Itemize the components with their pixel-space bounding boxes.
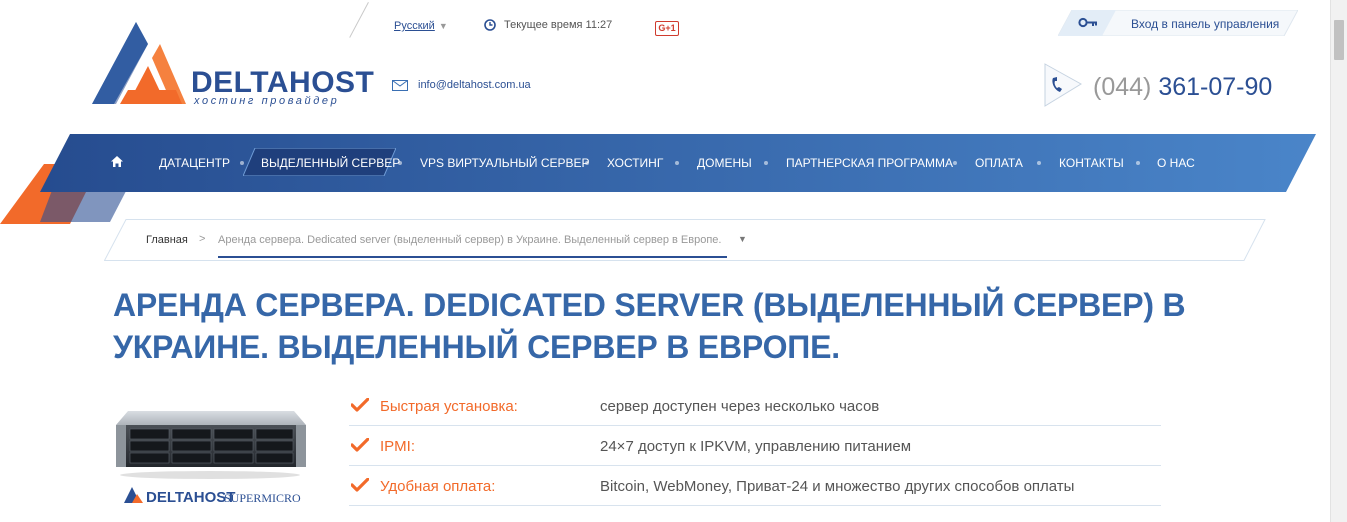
feature-label: Удобная оплата: — [380, 478, 496, 495]
feature-value: сервер доступен через несколько часов — [600, 398, 880, 415]
nav-item-datacenter[interactable]: ДАТАЦЕНТР — [159, 156, 230, 170]
nav-item-about[interactable]: О НАС — [1157, 156, 1195, 170]
nav-item-partner-program[interactable]: ПАРТНЕРСКАЯ ПРОГРАММА — [786, 156, 953, 170]
main-navigation: ДАТАЦЕНТР ВЫДЕЛЕННЫЙ СЕРВЕР VPS ВИРТУАЛЬ… — [0, 134, 1347, 192]
breadcrumb-current: Аренда сервера. Dedicated server (выделе… — [218, 234, 722, 246]
language-selector[interactable]: Русский ▼ — [394, 20, 448, 32]
feature-value: 24×7 доступ к IPKVM, управлению питанием — [600, 438, 912, 455]
nav-separator — [1136, 161, 1140, 165]
feature-row: Быстрая установка: сервер доступен через… — [349, 386, 1161, 426]
home-icon[interactable] — [110, 155, 124, 168]
logo-brand: DELTAHOST — [191, 66, 375, 99]
breadcrumb-dropdown-icon[interactable]: ▼ — [738, 234, 747, 244]
nav-separator — [764, 161, 768, 165]
google-plus-button[interactable]: G+1 — [655, 21, 679, 36]
checkmark-icon — [351, 478, 369, 492]
nav-separator — [398, 161, 402, 165]
nav-item-hosting[interactable]: ХОСТИНГ — [607, 156, 663, 170]
nav-item-vps[interactable]: VPS ВИРТУАЛЬНЫЙ СЕРВЕР — [420, 156, 590, 170]
server-image: DELTAHOST SUPERMICRO — [116, 411, 306, 506]
page-title: Аренда сервера. Dedicated server (выделе… — [113, 287, 1186, 365]
feature-value: Bitcoin, WebMoney, Приват-24 и множество… — [600, 478, 1075, 495]
server-partner: SUPERMICRO — [224, 491, 301, 505]
nav-separator — [675, 161, 679, 165]
checkmark-icon — [351, 398, 369, 412]
email-link[interactable]: info@deltahost.com.ua — [392, 79, 531, 91]
login-label: Вход в панель управления — [1131, 17, 1280, 31]
nav-separator — [1037, 161, 1041, 165]
scrollbar-thumb[interactable] — [1334, 20, 1344, 60]
current-time: Текущее время 11:27 — [484, 19, 612, 31]
nav-item-domains[interactable]: ДОМЕНЫ — [697, 156, 752, 170]
vertical-scrollbar[interactable] — [1330, 0, 1347, 522]
feature-row: IPMI: 24×7 доступ к IPKVM, управлению пи… — [349, 426, 1161, 466]
feature-label: IPMI: — [380, 438, 416, 455]
logo-tagline: хостинг провайдер — [194, 95, 340, 107]
phone-icon — [1044, 63, 1082, 107]
key-icon — [1078, 17, 1097, 28]
breadcrumb-underline — [218, 256, 727, 258]
nav-separator — [240, 161, 244, 165]
envelope-icon — [392, 79, 408, 91]
nav-item-payment[interactable]: ОПЛАТА — [975, 156, 1023, 170]
phone-code: (044) — [1093, 73, 1152, 101]
nav-item-dedicated-server[interactable]: ВЫДЕЛЕННЫЙ СЕРВЕР — [261, 156, 400, 170]
breadcrumb-separator: > — [199, 233, 206, 245]
feature-row: Удобная оплата: Bitcoin, WebMoney, Прива… — [349, 466, 1161, 506]
control-panel-login-button[interactable]: Вход в панель управления — [1058, 10, 1298, 36]
phone-number[interactable]: (044) 361-07-90 — [1093, 72, 1272, 102]
nav-separator — [585, 161, 589, 165]
feature-list: Быстрая установка: сервер доступен через… — [349, 386, 1161, 506]
email-address: info@deltahost.com.ua — [418, 79, 531, 91]
nav-separator — [953, 161, 957, 165]
server-brand: DELTAHOST — [146, 489, 235, 506]
phone-digits: 361-07-90 — [1158, 73, 1273, 101]
checkmark-icon — [351, 438, 369, 452]
site-logo[interactable]: DELTAHOST хостинг провайдер — [90, 18, 374, 110]
nav-item-contacts[interactable]: КОНТАКТЫ — [1059, 156, 1124, 170]
logo-triangle-icon — [92, 22, 186, 104]
caret-down-icon: ▼ — [438, 21, 448, 31]
language-selected: Русский — [394, 20, 435, 32]
clock-icon — [484, 19, 496, 31]
current-time-label: Текущее время 11:27 — [504, 19, 613, 31]
breadcrumb-home-link[interactable]: Главная — [146, 234, 188, 246]
feature-label: Быстрая установка: — [380, 398, 518, 415]
